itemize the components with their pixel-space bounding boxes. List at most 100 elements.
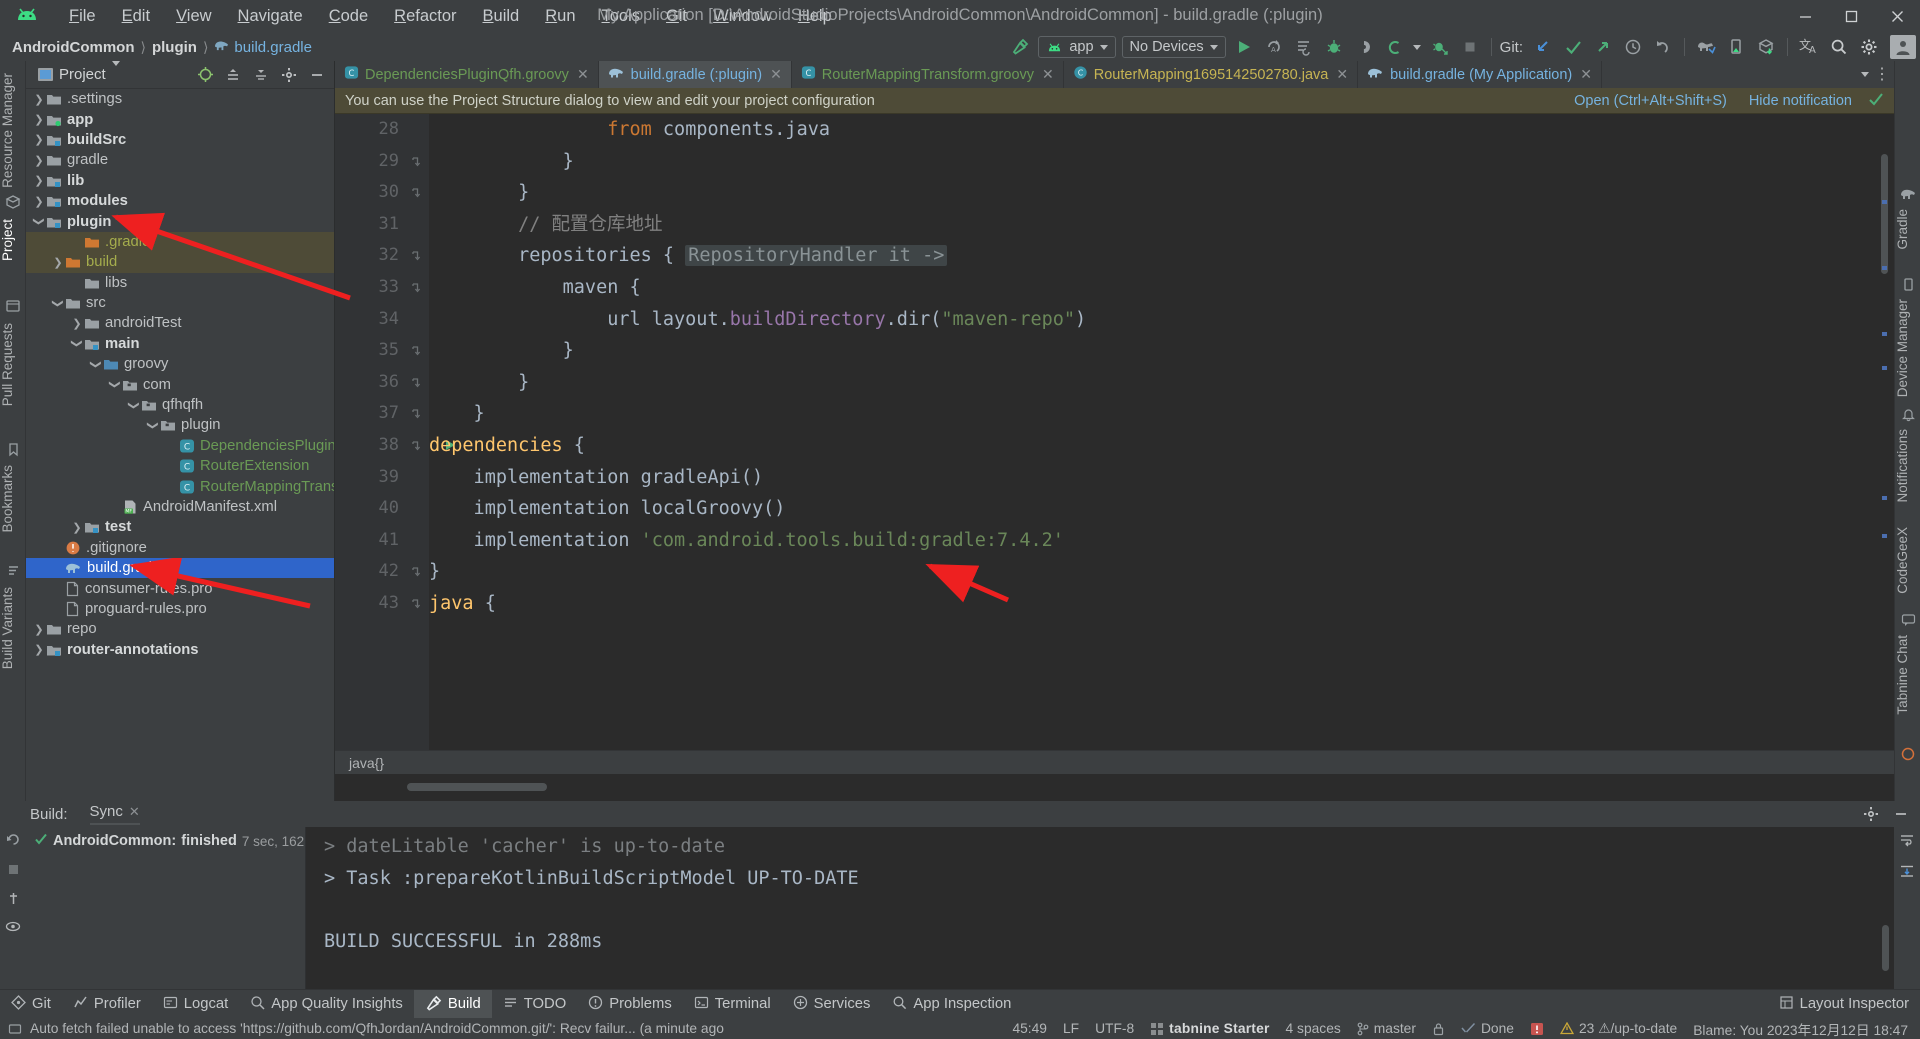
menu-tools[interactable]: Tools	[589, 3, 654, 30]
eye-icon[interactable]	[5, 920, 21, 938]
tree-item-repo[interactable]: ❯ repo	[26, 619, 334, 639]
pin-icon[interactable]	[6, 891, 21, 911]
build-output-console[interactable]: > dateLitable 'cacher' is up-to-date > Ta…	[306, 827, 1894, 989]
breadcrumb-file[interactable]: build.gradle	[234, 39, 312, 56]
tool-window-button-terminal[interactable]: Terminal	[683, 990, 782, 1019]
editor-tab-routermapping1695142502780-java[interactable]: C RouterMapping1695142502780.java ✕	[1063, 61, 1359, 88]
scrollbar-thumb[interactable]	[1881, 154, 1888, 274]
line-separator[interactable]: LF	[1055, 1021, 1087, 1036]
sidebar-tab-resource-manager[interactable]: Resource Manager	[0, 67, 26, 194]
tree-item--settings[interactable]: ❯ .settings	[26, 89, 334, 109]
sidebar-tab-device-manager[interactable]: Device Manager	[1895, 293, 1920, 403]
tree-item-buildsrc[interactable]: ❯ buildSrc	[26, 130, 334, 150]
menu-code[interactable]: Code	[316, 3, 381, 30]
tool-window-button-app-quality-insights[interactable]: App Quality Insights	[239, 990, 414, 1019]
hide-panel-icon[interactable]	[304, 63, 330, 87]
menu-file[interactable]: File	[56, 3, 109, 30]
tree-item-modules[interactable]: ❯ modules	[26, 191, 334, 211]
tree-item-src[interactable]: ❯ src	[26, 293, 334, 313]
code-line[interactable]: }	[429, 146, 1870, 178]
build-panel-actions[interactable]	[1858, 802, 1920, 826]
fold-marker-icon[interactable]	[411, 155, 424, 168]
breadcrumb-module[interactable]: plugin	[152, 39, 197, 56]
menu-git[interactable]: Git	[653, 3, 700, 30]
tree-item-libs[interactable]: libs	[26, 273, 334, 293]
tree-item-routermappingtrans[interactable]: C RouterMappingTrans	[26, 476, 334, 496]
error-badge[interactable]	[1522, 1022, 1552, 1036]
fold-marker-icon[interactable]	[411, 597, 424, 610]
scrollbar-thumb[interactable]	[407, 783, 547, 791]
code-line[interactable]: implementation localGroovy()	[429, 493, 1870, 525]
chevron-right-icon[interactable]: ❯	[32, 133, 46, 146]
tree-item--gradle[interactable]: .gradle	[26, 231, 334, 253]
tree-item-main[interactable]: ❯ main	[26, 334, 334, 354]
bito-icon[interactable]	[1895, 741, 1920, 767]
code-line[interactable]: repositories { RepositoryHandler it ->	[429, 240, 1870, 272]
tree-item-test[interactable]: ❯ test	[26, 517, 334, 537]
tree-item-build-gradle[interactable]: build.gradle	[26, 557, 334, 579]
stop-icon[interactable]	[1455, 34, 1485, 60]
blame-info[interactable]: Blame: You 2023年12月12日 18:47	[1685, 1019, 1920, 1039]
code-line[interactable]: }	[429, 556, 1870, 588]
settings-gear-icon[interactable]	[276, 63, 302, 87]
tree-item-app[interactable]: ❯ app	[26, 109, 334, 129]
settings-gear-icon[interactable]	[1854, 34, 1884, 60]
menu-help[interactable]: Help	[785, 3, 845, 30]
chevron-down-icon[interactable]	[111, 60, 120, 84]
attach-debugger-icon[interactable]	[1425, 34, 1455, 60]
code-line[interactable]: dependencies {	[429, 430, 1870, 462]
tree-item-build[interactable]: ❯ build	[26, 252, 334, 273]
chevron-down-icon[interactable]: ❯	[128, 398, 141, 412]
code-text[interactable]: from components.java } } // 配置仓库地址 repos…	[429, 114, 1870, 750]
fold-marker-icon[interactable]	[411, 249, 424, 262]
settings-gear-icon[interactable]	[1858, 802, 1884, 826]
debug-icon[interactable]	[1319, 34, 1349, 60]
code-line[interactable]: }	[429, 335, 1870, 367]
chevron-down-icon[interactable]: ❯	[33, 215, 46, 229]
undo-icon[interactable]	[1648, 34, 1678, 60]
project-panel-actions[interactable]	[192, 63, 330, 87]
chevron-down-icon[interactable]: ❯	[52, 296, 65, 310]
tree-item-groovy[interactable]: ❯ groovy	[26, 354, 334, 374]
device-file-explorer-icon[interactable]	[1721, 34, 1751, 60]
chevron-down-icon[interactable]: ❯	[90, 357, 103, 371]
tree-item-router-annotations[interactable]: ❯ router-annotations	[26, 640, 334, 660]
tree-item-lib[interactable]: ❯ lib	[26, 171, 334, 191]
code-editor[interactable]: 28 29 30 31 32 33 34 35 36 37 38 39 40 41 42 43 from co…	[335, 114, 1894, 750]
sidebar-tab-gradle[interactable]: Gradle	[1895, 203, 1920, 256]
tool-window-bar[interactable]: Git Profiler Logcat App Quality Insights Bui…	[0, 989, 1920, 1019]
tool-window-button-profiler[interactable]: Profiler	[62, 990, 152, 1019]
code-line[interactable]: implementation 'com.android.tools.build:…	[429, 525, 1870, 557]
open-project-structure-link[interactable]: Open (Ctrl+Alt+Shift+S)	[1574, 93, 1727, 109]
target-icon[interactable]	[192, 63, 218, 87]
tree-item-dependenciesplugin[interactable]: C DependenciesPlugin	[26, 436, 334, 456]
tree-item-androidtest[interactable]: ❯ androidTest	[26, 313, 334, 333]
inspection-status[interactable]: 23 ⚠/up-to-date	[1552, 1021, 1685, 1037]
fold-gutter[interactable]	[407, 114, 455, 750]
minimize-panel-icon[interactable]	[1888, 802, 1914, 826]
editor-horizontal-scrollbar[interactable]	[335, 774, 1894, 801]
close-icon[interactable]: ✕	[577, 66, 589, 83]
code-line[interactable]: // 配置仓库地址	[429, 209, 1870, 241]
menu-bar[interactable]: File Edit View Navigate Code Refactor Bu…	[56, 3, 845, 30]
close-icon[interactable]: ✕	[770, 66, 782, 83]
editor-tab-build-gradle-my-application-[interactable]: build.gradle (My Application) ✕	[1358, 61, 1602, 88]
chevron-right-icon[interactable]: ❯	[32, 174, 46, 187]
apply-changes-restart-icon[interactable]: A	[1259, 34, 1289, 60]
code-line[interactable]: }	[429, 177, 1870, 209]
chevron-right-icon[interactable]: ❯	[70, 317, 84, 330]
soft-wrap-icon[interactable]	[1899, 833, 1915, 852]
expand-all-icon[interactable]	[248, 63, 274, 87]
fold-marker-icon[interactable]	[411, 376, 424, 389]
build-tab-sync[interactable]: Sync ✕	[89, 803, 140, 825]
fold-marker-icon[interactable]	[411, 186, 424, 199]
build-event-tree[interactable]: AndroidCommon: finished 7 sec, 162 ms	[26, 827, 326, 989]
editor-tab-dependenciespluginqfh-groovy[interactable]: C DependenciesPluginQfh.groovy ✕	[335, 61, 599, 88]
close-icon[interactable]: ✕	[1580, 66, 1592, 83]
fold-marker-icon[interactable]	[411, 407, 424, 420]
code-line[interactable]: maven {	[429, 272, 1870, 304]
avatar[interactable]	[1890, 35, 1916, 59]
left-tool-window-strip[interactable]: Resource Manager Project Pull Requests B…	[0, 61, 26, 801]
tool-window-button-todo[interactable]: TODO	[492, 990, 577, 1019]
device-selector[interactable]: No Devices	[1121, 36, 1226, 58]
